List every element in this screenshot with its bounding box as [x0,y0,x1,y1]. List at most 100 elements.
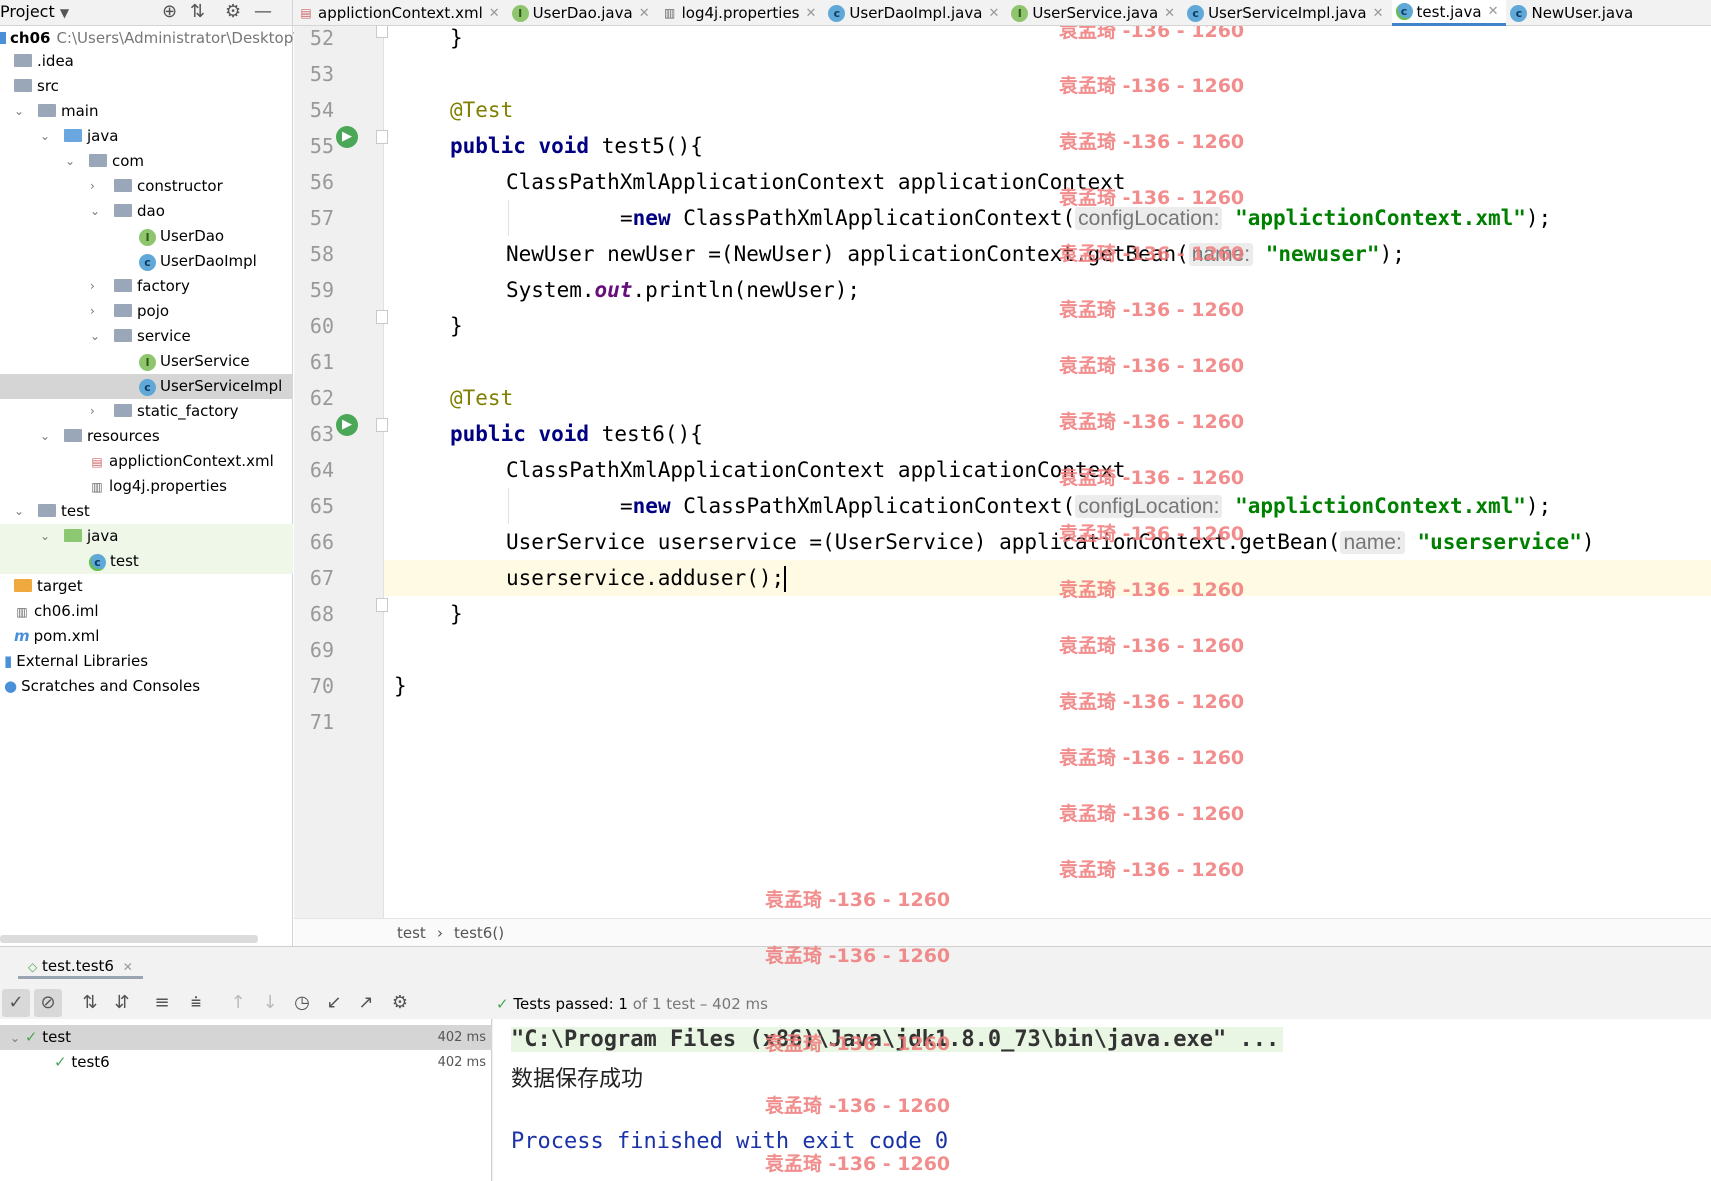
chevron-down-icon[interactable]: ⌄ [14,99,24,124]
tab-userdao-java[interactable]: I UserDao.java ✕ [508,0,658,26]
tree-item-log4j-properties[interactable]: ▥ log4j.properties [0,474,293,499]
chevron-down-icon[interactable]: ⌄ [14,499,24,524]
breadcrumb-class[interactable]: test [397,919,426,947]
import-tests-icon[interactable]: ↙ [320,989,348,1017]
history-icon[interactable]: ◷ [288,989,316,1017]
tree-item-com[interactable]: ⌄ com [0,149,293,174]
test-row-test6[interactable]: ✓ test6 402 ms [0,1050,492,1075]
tab-userservice-java[interactable]: I UserService.java ✕ [1007,0,1183,26]
tree-item-userservice[interactable]: I UserService [0,349,293,374]
chevron-right-icon[interactable]: › [90,299,95,324]
tree-item-root[interactable]: ch06 C:\Users\Administrator\Desktop\ [0,26,298,51]
arrow-down-icon[interactable]: ↓ [256,989,284,1017]
close-icon[interactable]: ✕ [806,6,817,21]
run-test-icon[interactable]: ▶ [336,414,358,436]
close-icon[interactable]: ✕ [1164,6,1175,21]
project-view-selector[interactable]: Project ▼ [0,2,69,21]
tree-horizontal-scrollbar[interactable] [0,935,258,943]
tree-item-userdaoimpl[interactable]: c UserDaoImpl [0,249,293,274]
breadcrumb-method[interactable]: test6() [454,919,504,947]
code-line-58: NewUser newUser =(NewUser) applicationCo… [506,236,1405,272]
tree-item-service[interactable]: ⌄ service [0,324,293,349]
chevron-down-icon[interactable]: ⌄ [40,524,50,549]
code-editor[interactable]: 52 53 54 55 56 57 58 59 60 61 62 63 64 6… [294,26,1711,918]
tree-item-test-java[interactable]: ⌄ java [0,524,293,549]
crosshair-icon[interactable]: ⊕ [162,1,177,23]
close-icon[interactable]: ✕ [1488,4,1499,19]
watermark: 袁孟琦 -136 - 1260 [765,945,951,967]
tree-item-src[interactable]: src [0,74,293,99]
tree-item-main-java[interactable]: ⌄ java [0,124,293,149]
fold-marker-icon[interactable] [376,598,388,612]
breadcrumb-separator: › [437,924,443,942]
chevron-right-icon[interactable]: › [90,274,95,299]
tree-item-factory[interactable]: › factory [0,274,293,299]
run-test-icon[interactable]: ▶ [336,126,358,148]
chevron-down-icon[interactable]: ⌄ [10,1031,20,1045]
code-line-67: userservice.adduser(); [506,560,787,596]
gear-icon[interactable]: ⚙ [386,989,414,1017]
sort-duration-icon[interactable]: ⇵ [108,989,136,1017]
test-row-suite[interactable]: ⌄ ✓ test 402 ms [0,1025,492,1050]
chevron-down-icon[interactable]: ⌄ [90,199,100,224]
close-icon[interactable]: ✕ [988,6,999,21]
close-icon[interactable]: ✕ [489,6,500,21]
close-icon[interactable]: ✕ [1373,6,1384,21]
test-duration: 402 ms [437,1055,486,1070]
close-icon[interactable]: ✕ [639,6,650,21]
fold-marker-icon[interactable] [376,130,388,144]
tree-item-userserviceimpl[interactable]: c UserServiceImpl [0,374,293,399]
tree-item-main[interactable]: ⌄ main [0,99,293,124]
watermark: 袁孟琦 -136 - 1260 [1059,75,1245,97]
tab-appliction-context-xml[interactable]: ▤ applictionContext.xml ✕ [294,0,508,26]
tree-item-resources[interactable]: ⌄ resources [0,424,293,449]
arrow-up-icon[interactable]: ↑ [224,989,252,1017]
collapse-all-icon[interactable]: ⩧ [182,989,210,1017]
tree-item-appliction-context-xml[interactable]: ▤ applictionContext.xml [0,449,293,474]
tree-item-dao[interactable]: ⌄ dao [0,199,293,224]
tree-item-test-class[interactable]: c test [0,549,293,574]
show-passed-icon[interactable]: ✓ [2,989,30,1017]
package-icon [89,154,107,167]
close-icon[interactable]: ✕ [123,960,133,974]
tree-item-ch06-iml[interactable]: ▥ ch06.iml [0,599,293,624]
chevron-down-icon[interactable]: ⌄ [65,149,75,174]
tree-root-name: ch06 [10,29,51,47]
tree-item-target[interactable]: target [0,574,293,599]
fold-marker-icon[interactable] [376,26,388,38]
tree-item-test-folder[interactable]: ⌄ test [0,499,293,524]
console-output[interactable]: "C:\Program Files (x86)\Java\jdk1.8.0_73… [493,1019,1711,1181]
tab-test-java[interactable]: c test.java ✕ [1391,0,1507,26]
chevron-right-icon[interactable]: › [90,399,95,424]
expand-all-icon[interactable]: ≡ [148,989,176,1017]
tree-item-pom-xml[interactable]: m pom.xml [0,624,293,649]
fold-marker-icon[interactable] [376,418,388,432]
chevron-down-icon[interactable]: ⌄ [40,124,50,149]
run-tab[interactable]: ◇ test.test6 ✕ [18,953,143,979]
tree-item-static-factory[interactable]: › static_factory [0,399,293,424]
fold-marker-icon[interactable] [376,310,388,324]
show-ignored-icon[interactable]: ⊘ [34,989,62,1017]
line-number: 70 [309,674,334,698]
tree-item-constructor[interactable]: › constructor [0,174,293,199]
minimize-icon[interactable]: — [254,1,272,23]
chevron-right-icon[interactable]: › [90,174,95,199]
tab-newuser-java[interactable]: c NewUser.java [1506,0,1641,26]
tree-item-idea[interactable]: .idea [0,49,293,74]
chevron-down-icon[interactable]: ⌄ [40,424,50,449]
tab-userdaoimpl-java[interactable]: c UserDaoImpl.java ✕ [824,0,1007,26]
gear-icon[interactable]: ⚙ [225,1,241,23]
watermark: 袁孟琦 -136 - 1260 [1059,411,1245,433]
sort-alpha-icon[interactable]: ⇅ [76,989,104,1017]
tree-item-external-libraries[interactable]: ▮ External Libraries [0,649,293,674]
export-tests-icon[interactable]: ↗ [352,989,380,1017]
code-text: ); [1525,494,1552,518]
chevron-down-icon[interactable]: ⌄ [90,324,100,349]
tab-log4j-properties[interactable]: ▥ log4j.properties ✕ [658,0,825,26]
tree-item-userdao[interactable]: I UserDao [0,224,293,249]
tree-item-pojo[interactable]: › pojo [0,299,293,324]
tree-item-scratches[interactable]: ● Scratches and Consoles [0,674,293,699]
collapse-icon[interactable]: ⇅ [190,1,205,23]
tree-label: External Libraries [16,652,149,670]
tab-userserviceimpl-java[interactable]: c UserServiceImpl.java ✕ [1183,0,1391,26]
